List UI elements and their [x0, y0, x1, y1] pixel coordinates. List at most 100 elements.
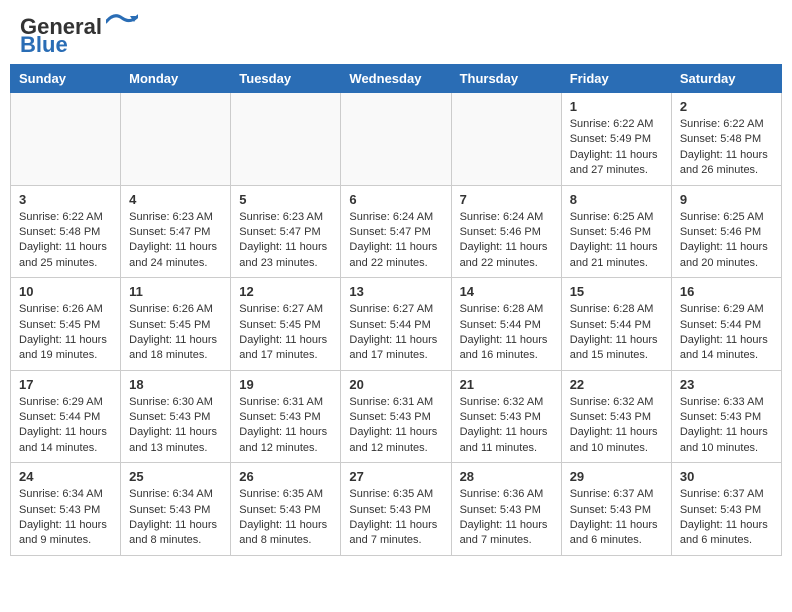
day-info: Sunrise: 6:22 AMSunset: 5:48 PMDaylight:…	[680, 117, 773, 179]
day-info: Sunrise: 6:24 AMSunset: 5:46 PMDaylight:…	[460, 210, 553, 272]
day-cell-18: 18 Sunrise: 6:30 AMSunset: 5:43 PMDayligh…	[121, 370, 231, 463]
day-header-thursday: Thursday	[451, 65, 561, 93]
day-number: 7	[460, 192, 553, 207]
day-number: 8	[570, 192, 663, 207]
day-info: Sunrise: 6:31 AMSunset: 5:43 PMDaylight:…	[349, 395, 442, 457]
logo-text-blue: Blue	[20, 34, 68, 56]
day-cell-5: 5 Sunrise: 6:23 AMSunset: 5:47 PMDaylight…	[231, 185, 341, 278]
day-info: Sunrise: 6:27 AMSunset: 5:45 PMDaylight:…	[239, 302, 332, 364]
day-info: Sunrise: 6:35 AMSunset: 5:43 PMDaylight:…	[349, 487, 442, 549]
day-cell-23: 23Sunrise: 6:33 AMSunset: 5:43 PMDayligh…	[671, 370, 781, 463]
day-number: 28	[460, 469, 553, 484]
day-cell-8: 8 Sunrise: 6:25 AMSunset: 5:46 PMDaylight…	[561, 185, 671, 278]
day-number: 24	[19, 469, 112, 484]
day-cell-29: 29 Sunrise: 6:37 AMSunset: 5:43 PMDayligh…	[561, 463, 671, 556]
day-header-wednesday: Wednesday	[341, 65, 451, 93]
calendar-table: SundayMondayTuesdayWednesdayThursdayFrid…	[10, 64, 782, 556]
day-header-sunday: Sunday	[11, 65, 121, 93]
day-info: Sunrise: 6:29 AMSunset: 5:44 PMDaylight:…	[19, 395, 112, 457]
day-info: Sunrise: 6:29 AMSunset: 5:44 PMDaylight:…	[680, 302, 773, 364]
day-cell-19: 19Sunrise: 6:31 AMSunset: 5:43 PMDayligh…	[231, 370, 341, 463]
day-info: Sunrise: 6:36 AMSunset: 5:43 PMDaylight:…	[460, 487, 553, 549]
day-info: Sunrise: 6:32 AMSunset: 5:43 PMDaylight:…	[570, 395, 663, 457]
day-cell-15: 15 Sunrise: 6:28 AMSunset: 5:44 PMDayligh…	[561, 278, 671, 371]
day-header-tuesday: Tuesday	[231, 65, 341, 93]
day-cell-10: 10 Sunrise: 6:26 AMSunset: 5:45 PMDayligh…	[11, 278, 121, 371]
day-number: 12	[239, 284, 332, 299]
day-info: Sunrise: 6:22 AMSunset: 5:48 PMDaylight:…	[19, 210, 112, 272]
day-number: 1	[570, 99, 663, 114]
day-number: 22	[570, 377, 663, 392]
day-cell-empty-0-1	[121, 93, 231, 186]
day-number: 17	[19, 377, 112, 392]
day-info: Sunrise: 6:23 AMSunset: 5:47 PMDaylight:…	[129, 210, 222, 272]
day-info: Sunrise: 6:22 AMSunset: 5:49 PMDaylight:…	[570, 117, 663, 179]
day-number: 21	[460, 377, 553, 392]
day-cell-25: 25 Sunrise: 6:34 AMSunset: 5:43 PMDayligh…	[121, 463, 231, 556]
day-number: 25	[129, 469, 222, 484]
day-number: 2	[680, 99, 773, 114]
day-cell-empty-0-0	[11, 93, 121, 186]
calendar-header-row: SundayMondayTuesdayWednesdayThursdayFrid…	[11, 65, 782, 93]
day-number: 19	[239, 377, 332, 392]
day-cell-7: 7 Sunrise: 6:24 AMSunset: 5:46 PMDaylight…	[451, 185, 561, 278]
day-number: 18	[129, 377, 222, 392]
day-info: Sunrise: 6:25 AMSunset: 5:46 PMDaylight:…	[680, 210, 773, 272]
day-cell-1: 1 Sunrise: 6:22 AMSunset: 5:49 PMDaylight…	[561, 93, 671, 186]
day-info: Sunrise: 6:28 AMSunset: 5:44 PMDaylight:…	[460, 302, 553, 364]
day-cell-empty-0-4	[451, 93, 561, 186]
day-cell-12: 12 Sunrise: 6:27 AMSunset: 5:45 PMDayligh…	[231, 278, 341, 371]
day-number: 27	[349, 469, 442, 484]
week-row-2: 3 Sunrise: 6:22 AMSunset: 5:48 PMDaylight…	[11, 185, 782, 278]
week-row-3: 10 Sunrise: 6:26 AMSunset: 5:45 PMDayligh…	[11, 278, 782, 371]
day-number: 26	[239, 469, 332, 484]
day-info: Sunrise: 6:23 AMSunset: 5:47 PMDaylight:…	[239, 210, 332, 272]
day-cell-14: 14 Sunrise: 6:28 AMSunset: 5:44 PMDayligh…	[451, 278, 561, 371]
day-cell-27: 27 Sunrise: 6:35 AMSunset: 5:43 PMDayligh…	[341, 463, 451, 556]
day-number: 3	[19, 192, 112, 207]
day-number: 20	[349, 377, 442, 392]
day-header-monday: Monday	[121, 65, 231, 93]
day-number: 11	[129, 284, 222, 299]
day-cell-2: 2 Sunrise: 6:22 AMSunset: 5:48 PMDaylight…	[671, 93, 781, 186]
calendar-body: 1 Sunrise: 6:22 AMSunset: 5:49 PMDaylight…	[11, 93, 782, 556]
calendar-wrapper: SundayMondayTuesdayWednesdayThursdayFrid…	[0, 64, 792, 566]
day-cell-24: 24Sunrise: 6:34 AMSunset: 5:43 PMDayligh…	[11, 463, 121, 556]
logo: General Blue	[20, 16, 138, 56]
week-row-4: 17 Sunrise: 6:29 AMSunset: 5:44 PMDayligh…	[11, 370, 782, 463]
day-number: 10	[19, 284, 112, 299]
day-cell-4: 4 Sunrise: 6:23 AMSunset: 5:47 PMDaylight…	[121, 185, 231, 278]
day-cell-26: 26Sunrise: 6:35 AMSunset: 5:43 PMDayligh…	[231, 463, 341, 556]
day-info: Sunrise: 6:37 AMSunset: 5:43 PMDaylight:…	[570, 487, 663, 549]
day-number: 5	[239, 192, 332, 207]
day-info: Sunrise: 6:26 AMSunset: 5:45 PMDaylight:…	[129, 302, 222, 364]
day-info: Sunrise: 6:34 AMSunset: 5:43 PMDaylight:…	[129, 487, 222, 549]
day-cell-21: 21Sunrise: 6:32 AMSunset: 5:43 PMDayligh…	[451, 370, 561, 463]
day-info: Sunrise: 6:30 AMSunset: 5:43 PMDaylight:…	[129, 395, 222, 457]
day-cell-empty-0-3	[341, 93, 451, 186]
day-cell-11: 11 Sunrise: 6:26 AMSunset: 5:45 PMDayligh…	[121, 278, 231, 371]
day-info: Sunrise: 6:37 AMSunset: 5:43 PMDaylight:…	[680, 487, 773, 549]
day-cell-9: 9Sunrise: 6:25 AMSunset: 5:46 PMDaylight…	[671, 185, 781, 278]
day-info: Sunrise: 6:26 AMSunset: 5:45 PMDaylight:…	[19, 302, 112, 364]
day-info: Sunrise: 6:27 AMSunset: 5:44 PMDaylight:…	[349, 302, 442, 364]
day-header-saturday: Saturday	[671, 65, 781, 93]
day-number: 14	[460, 284, 553, 299]
day-number: 15	[570, 284, 663, 299]
day-cell-17: 17 Sunrise: 6:29 AMSunset: 5:44 PMDayligh…	[11, 370, 121, 463]
day-number: 29	[570, 469, 663, 484]
logo-bird-icon	[106, 12, 138, 32]
day-number: 30	[680, 469, 773, 484]
day-number: 4	[129, 192, 222, 207]
day-cell-empty-0-2	[231, 93, 341, 186]
day-cell-16: 16 Sunrise: 6:29 AMSunset: 5:44 PMDayligh…	[671, 278, 781, 371]
week-row-1: 1 Sunrise: 6:22 AMSunset: 5:49 PMDaylight…	[11, 93, 782, 186]
day-cell-22: 22 Sunrise: 6:32 AMSunset: 5:43 PMDayligh…	[561, 370, 671, 463]
day-cell-6: 6Sunrise: 6:24 AMSunset: 5:47 PMDaylight…	[341, 185, 451, 278]
day-number: 16	[680, 284, 773, 299]
day-info: Sunrise: 6:25 AMSunset: 5:46 PMDaylight:…	[570, 210, 663, 272]
day-info: Sunrise: 6:28 AMSunset: 5:44 PMDaylight:…	[570, 302, 663, 364]
day-cell-28: 28 Sunrise: 6:36 AMSunset: 5:43 PMDayligh…	[451, 463, 561, 556]
day-cell-13: 13Sunrise: 6:27 AMSunset: 5:44 PMDayligh…	[341, 278, 451, 371]
day-number: 6	[349, 192, 442, 207]
